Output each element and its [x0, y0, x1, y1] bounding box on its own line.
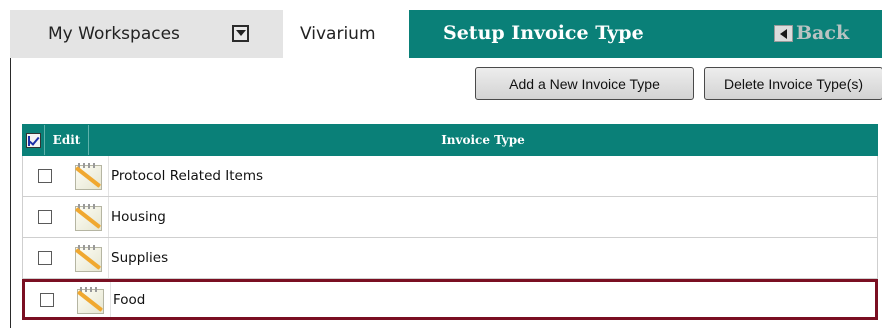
row-checkbox-cell: [23, 197, 67, 237]
table-row: Supplies: [22, 238, 878, 279]
tab-vivarium-label: Vivarium: [300, 24, 376, 44]
invoice-type-name: Protocol Related Items: [111, 168, 264, 184]
edit-notepad-icon[interactable]: [72, 202, 104, 232]
table-row: Housing: [22, 197, 878, 238]
invoice-type-name: Housing: [111, 209, 166, 225]
tab-my-workspaces-label: My Workspaces: [48, 24, 180, 44]
chevron-down-icon[interactable]: [232, 25, 249, 42]
row-checkbox[interactable]: [40, 292, 54, 307]
page-header: Setup Invoice Type Back: [409, 10, 882, 58]
edit-cell: [67, 156, 109, 196]
delete-invoice-types-button[interactable]: Delete Invoice Type(s): [704, 67, 882, 100]
table-row: Protocol Related Items: [22, 156, 878, 197]
edit-cell: [67, 197, 109, 237]
row-checkbox-cell: [23, 156, 67, 196]
table-row-highlighted: Food: [22, 279, 878, 320]
row-checkbox[interactable]: [38, 251, 52, 265]
back-label: Back: [796, 22, 850, 44]
row-checkbox-cell: [25, 282, 69, 317]
edit-cell: [69, 282, 111, 317]
top-bar: My Workspaces Vivarium Setup Invoice Typ…: [0, 0, 882, 58]
select-all-header[interactable]: [23, 125, 45, 155]
tab-vivarium[interactable]: Vivarium: [283, 10, 409, 58]
add-invoice-type-button[interactable]: Add a New Invoice Type: [475, 67, 694, 100]
edit-cell: [67, 238, 109, 278]
select-all-icon[interactable]: [26, 132, 41, 148]
row-checkbox-cell: [23, 238, 67, 278]
row-checkbox[interactable]: [38, 210, 52, 224]
invoice-type-table: Edit Invoice Type Protocol Related Items…: [22, 124, 878, 320]
back-arrow-icon: [774, 24, 793, 42]
edit-notepad-icon[interactable]: [72, 161, 104, 191]
edit-notepad-icon[interactable]: [74, 285, 106, 315]
invoice-type-column-header[interactable]: Invoice Type: [89, 125, 877, 155]
table-header: Edit Invoice Type: [22, 124, 878, 156]
page-title: Setup Invoice Type: [443, 22, 644, 44]
edit-column-header: Edit: [45, 125, 89, 155]
row-checkbox[interactable]: [38, 169, 52, 183]
edit-notepad-icon[interactable]: [72, 243, 104, 273]
back-button[interactable]: Back: [774, 22, 849, 44]
tab-my-workspaces[interactable]: My Workspaces: [10, 10, 283, 58]
invoice-type-name: Food: [113, 291, 146, 308]
invoice-type-name: Supplies: [111, 250, 169, 266]
